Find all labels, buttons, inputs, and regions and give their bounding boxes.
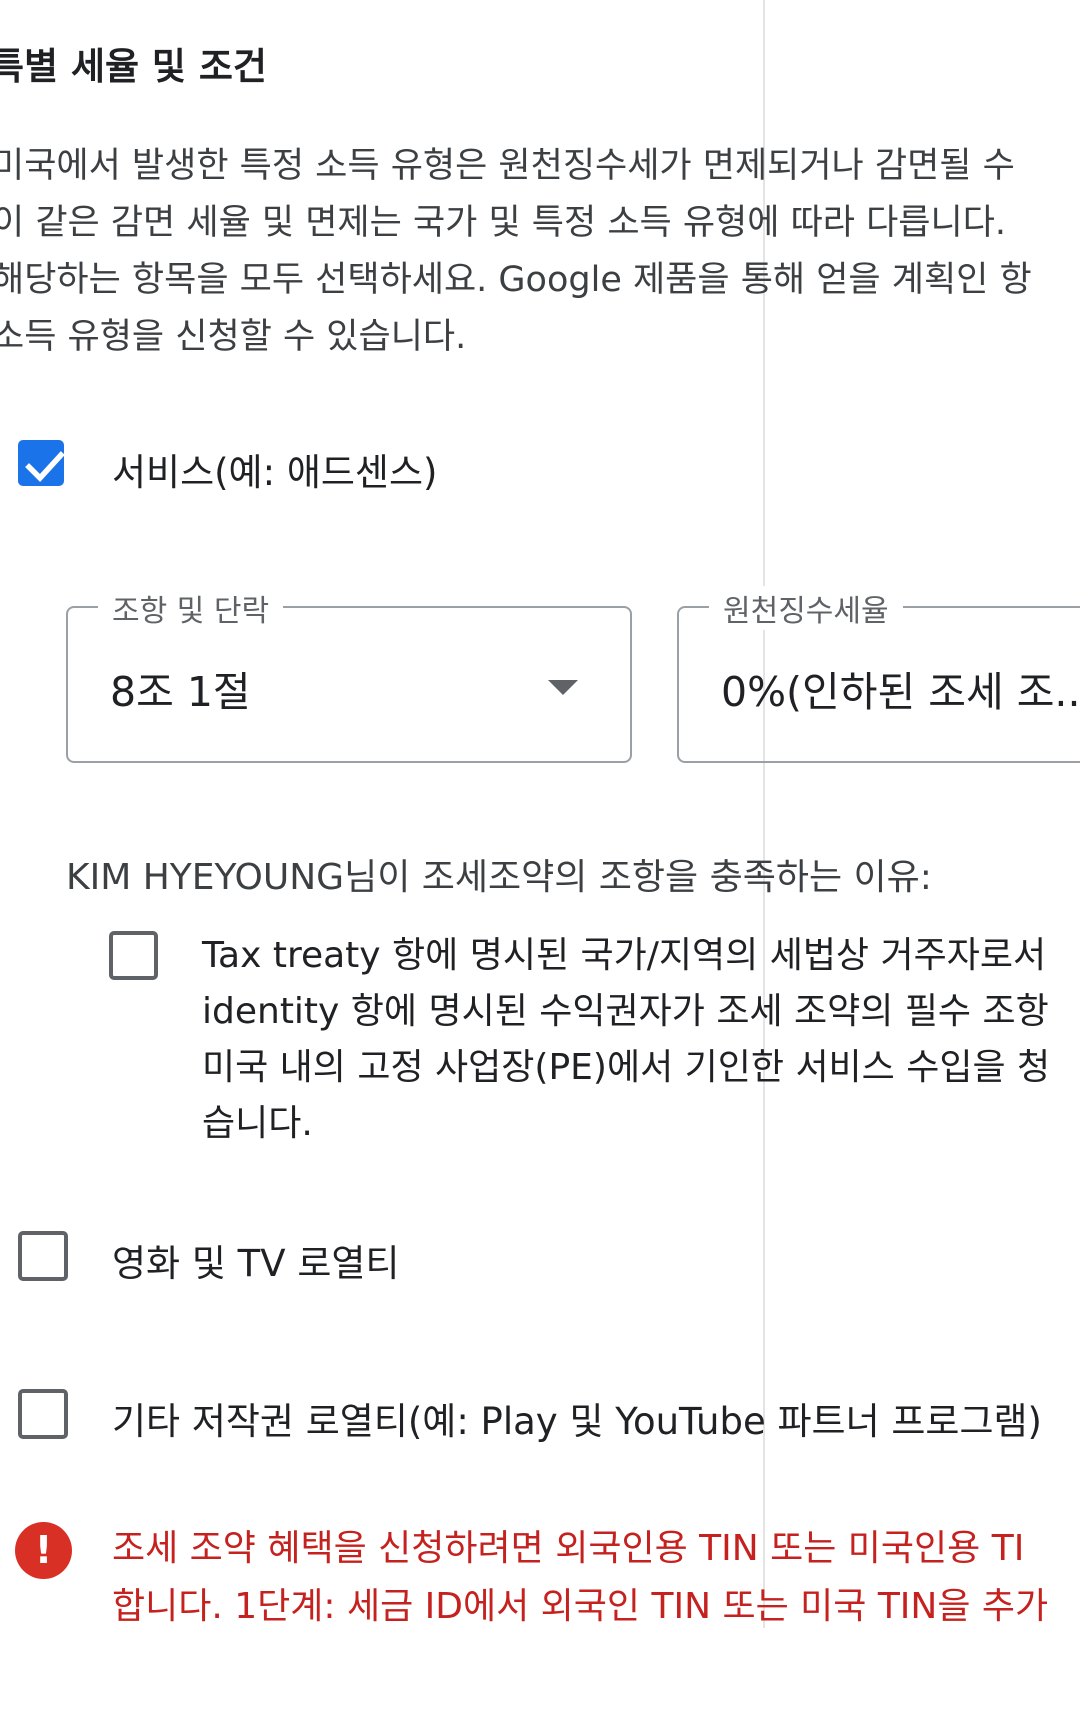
error-line: 조세 조약 혜택을 신청하려면 외국인용 TIN 또는 미국인용 TI: [112, 1528, 1025, 1569]
intro-line: 해당하는 항목을 모두 선택하세요. Google 제품을 통해 얻을 계획인 …: [0, 260, 1032, 300]
intro-line: 미국에서 발생한 특정 소득 유형은 원천징수세가 면제되거나 감면될 수: [0, 146, 1015, 186]
error-line: 합니다. 1단계: 세금 ID에서 외국인 TIN 또는 미국 TIN을 추가: [112, 1586, 1049, 1627]
intro-paragraph: 미국에서 발생한 특정 소득 유형은 원천징수세가 면제되거나 감면될 수 이 …: [0, 138, 1032, 366]
check-icon: [25, 451, 65, 482]
dropdown-arrow-icon: [548, 680, 578, 695]
reason-checkbox[interactable]: [109, 931, 158, 980]
copyright-checkbox[interactable]: [18, 1389, 68, 1439]
article-paragraph-value: 8조 1절: [110, 668, 251, 716]
intro-line: 소득 유형을 신청할 수 있습니다.: [0, 317, 467, 357]
film-tv-label: 영화 및 TV 로열티: [112, 1242, 400, 1285]
withholding-rate-field[interactable]: 원천징수세율 0%(인하된 조세 조...: [677, 586, 1080, 763]
section-title: 특별 세율 및 조건: [0, 45, 267, 88]
reason-line: Tax treaty 항에 명시된 국가/지역의 세법상 거주자로서: [202, 935, 1047, 976]
error-message: 조세 조약 혜택을 신청하려면 외국인용 TIN 또는 미국인용 TI 합니다.…: [112, 1520, 1048, 1636]
article-paragraph-select[interactable]: 조항 및 단락 8조 1절: [66, 586, 632, 763]
withholding-rate-legend: 원천징수세율: [709, 586, 903, 630]
reason-description: Tax treaty 항에 명시된 국가/지역의 세법상 거주자로서 ident…: [202, 928, 1050, 1152]
services-checkbox[interactable]: [18, 440, 65, 486]
article-paragraph-legend: 조항 및 단락: [98, 586, 284, 630]
services-label: 서비스(예: 애드센스): [112, 451, 438, 494]
reason-line: 습니다.: [202, 1103, 313, 1144]
reason-title: KIM HYEYOUNG님이 조세조약의 조항을 충족하는 이유:: [66, 857, 932, 898]
exclamation-icon: !: [15, 1522, 72, 1579]
film-tv-checkbox[interactable]: [18, 1231, 68, 1281]
reason-line: 미국 내의 고정 사업장(PE)에서 기인한 서비스 수입을 청: [202, 1047, 1051, 1088]
copyright-label: 기타 저작권 로열티(예: Play 및 YouTube 파트너 프로그램): [112, 1400, 1042, 1443]
intro-line: 이 같은 감면 세율 및 면제는 국가 및 특정 소득 유형에 따라 다릅니다.: [0, 203, 1007, 243]
withholding-rate-value: 0%(인하된 조세 조...: [721, 668, 1080, 716]
reason-line: identity 항에 명시된 수익권자가 조세 조약의 필수 조항: [202, 991, 1049, 1032]
